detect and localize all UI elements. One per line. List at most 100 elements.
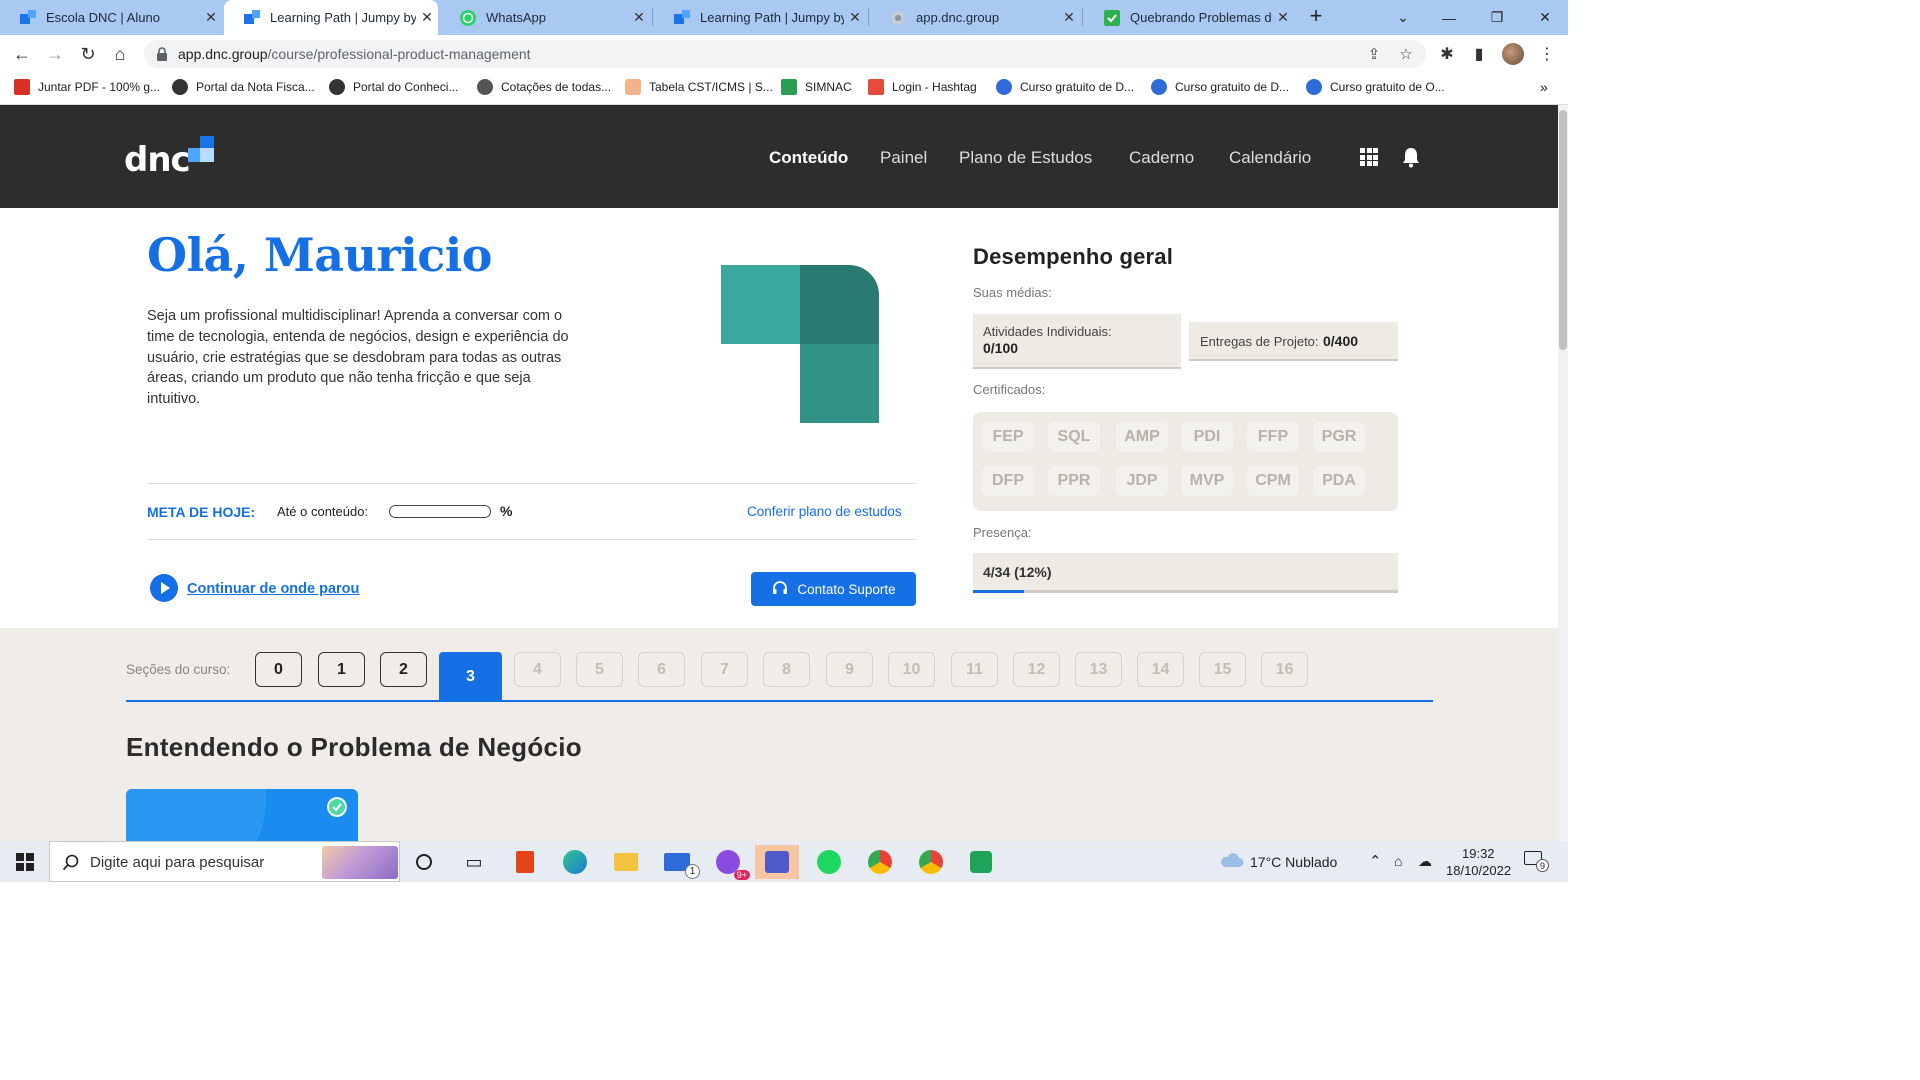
section-button-1[interactable]: 1	[318, 652, 365, 687]
cortana-circle-icon[interactable]	[402, 845, 446, 879]
close-window-button[interactable]: ✕	[1522, 0, 1568, 35]
section-button-15[interactable]: 15	[1199, 652, 1246, 687]
kaspersky-icon[interactable]	[959, 845, 1003, 879]
section-button-2[interactable]: 2	[380, 652, 427, 687]
back-arrow-icon[interactable]: ←	[10, 42, 34, 66]
certificate-badge[interactable]: PDA	[1313, 466, 1365, 496]
certificate-badge[interactable]: JDP	[1116, 466, 1168, 496]
bookmark-item[interactable]: Tabela CST/ICMS | S...	[625, 79, 773, 95]
certificate-badge[interactable]: PPR	[1048, 466, 1100, 496]
continue-where-left-link[interactable]: Continuar de onde parou	[187, 581, 359, 597]
extensions-puzzle-icon[interactable]: ✱	[1436, 43, 1458, 65]
section-button-12[interactable]: 12	[1013, 652, 1060, 687]
dnc-logo[interactable]: dnc	[124, 136, 216, 182]
new-tab-button[interactable]: +	[1304, 5, 1328, 29]
certificate-badge[interactable]: AMP	[1116, 422, 1168, 452]
edge-icon[interactable]	[553, 845, 597, 879]
minimize-button[interactable]: —	[1426, 0, 1472, 35]
section-button-8[interactable]: 8	[763, 652, 810, 687]
bookmark-item[interactable]: Cotações de todas...	[477, 79, 611, 95]
file-explorer-icon[interactable]	[604, 845, 648, 879]
play-icon[interactable]	[150, 574, 178, 602]
section-button-10[interactable]: 10	[888, 652, 935, 687]
reload-icon[interactable]: ↻	[76, 42, 100, 66]
apps-grid-icon[interactable]	[1360, 148, 1378, 166]
bookmark-item[interactable]: Portal da Nota Fisca...	[172, 79, 315, 95]
bell-icon[interactable]	[1400, 146, 1422, 168]
bookmark-item[interactable]: Login - Hashtag	[868, 79, 977, 95]
mail-icon[interactable]: 1	[655, 845, 700, 879]
clock-time[interactable]: 19:32	[1462, 846, 1495, 861]
close-icon[interactable]: ✕	[844, 9, 866, 26]
share-icon[interactable]: ⇪	[1364, 44, 1384, 64]
bookmark-item[interactable]: Juntar PDF - 100% g...	[14, 79, 160, 95]
certificate-badge[interactable]: PDI	[1181, 422, 1233, 452]
section-button-5[interactable]: 5	[576, 652, 623, 687]
home-icon[interactable]: ⌂	[108, 42, 132, 66]
close-icon[interactable]: ✕	[628, 9, 650, 26]
messenger-icon[interactable]: 9+	[706, 845, 750, 880]
profile-avatar[interactable]	[1502, 43, 1524, 65]
nav-plano-de-estudos[interactable]: Plano de Estudos	[959, 148, 1092, 168]
section-button-7[interactable]: 7	[701, 652, 748, 687]
certificate-badge[interactable]: DFP	[982, 466, 1034, 496]
contact-support-button[interactable]: Contato Suporte	[751, 572, 916, 606]
section-button-13[interactable]: 13	[1075, 652, 1122, 687]
nav-caderno[interactable]: Caderno	[1129, 148, 1194, 168]
windows-start-icon[interactable]	[16, 853, 34, 871]
section-button-16[interactable]: 16	[1261, 652, 1308, 687]
section-button-0[interactable]: 0	[255, 652, 302, 687]
close-icon[interactable]: ✕	[1272, 9, 1294, 26]
certificate-badge[interactable]: FFP	[1247, 422, 1299, 452]
certificate-badge[interactable]: FEP	[982, 422, 1034, 452]
certificate-badge[interactable]: PGR	[1313, 422, 1365, 452]
tab-learning-path[interactable]: Learning Path | Jumpy by DNC ✕	[654, 0, 866, 35]
spotify-icon[interactable]	[807, 845, 851, 879]
bookmark-item[interactable]: Curso gratuito de D...	[1151, 79, 1289, 95]
section-button-3-current[interactable]: 3	[439, 652, 502, 702]
chrome-icon[interactable]	[858, 845, 902, 879]
tab-whatsapp[interactable]: WhatsApp ✕	[440, 0, 650, 35]
close-icon[interactable]: ✕	[200, 9, 222, 26]
bookmark-item[interactable]: SIMNAC	[781, 79, 852, 95]
network-icon[interactable]: ⌂	[1394, 853, 1402, 869]
kebab-menu-icon[interactable]: ⋮	[1536, 43, 1558, 65]
bookmark-item[interactable]: Curso gratuito de D...	[996, 79, 1134, 95]
scrollbar-thumb[interactable]	[1559, 110, 1567, 350]
bookmark-item[interactable]: Portal do Conheci...	[329, 79, 458, 95]
restore-button[interactable]: ❐	[1474, 0, 1520, 35]
close-icon[interactable]: ✕	[1058, 9, 1080, 26]
section-button-4[interactable]: 4	[514, 652, 561, 687]
star-icon[interactable]: ☆	[1396, 44, 1416, 64]
close-icon[interactable]: ✕	[416, 9, 438, 26]
nav-calendario[interactable]: Calendário	[1229, 148, 1311, 168]
tab-learning-path-active[interactable]: Learning Path | Jumpy by DNC ✕	[224, 0, 438, 35]
forward-arrow-icon[interactable]: →	[43, 42, 67, 66]
bookmarks-overflow-button[interactable]: »	[1540, 79, 1548, 95]
section-button-14[interactable]: 14	[1137, 652, 1184, 687]
certificate-badge[interactable]: SQL	[1048, 422, 1100, 452]
tab-app-dnc-group[interactable]: app.dnc.group ✕	[870, 0, 1080, 35]
certificate-badge[interactable]: CPM	[1247, 466, 1299, 496]
weather-text[interactable]: 17°C Nublado	[1250, 854, 1337, 870]
chrome-profile-icon[interactable]	[909, 845, 953, 879]
bookmark-item[interactable]: Curso gratuito de O...	[1306, 79, 1445, 95]
section-button-9[interactable]: 9	[826, 652, 873, 687]
tab-quebrando-problemas[interactable]: Quebrando Problemas de Negócio ✕	[1084, 0, 1294, 35]
taskbar-search-box[interactable]: Digite aqui para pesquisar	[49, 841, 400, 882]
teams-icon[interactable]	[755, 845, 799, 879]
certificate-badge[interactable]: MVP	[1181, 466, 1233, 496]
tray-overflow-chevron-icon[interactable]: ⌃	[1369, 852, 1382, 870]
clock-date[interactable]: 18/10/2022	[1446, 863, 1511, 878]
section-button-11[interactable]: 11	[951, 652, 998, 687]
side-panel-icon[interactable]: ▮	[1468, 43, 1490, 65]
nav-conteudo[interactable]: Conteúdo	[769, 148, 848, 168]
nav-painel[interactable]: Painel	[880, 148, 927, 168]
url-bar[interactable]: app.dnc.group/course/professional-produc…	[144, 40, 1426, 68]
onedrive-icon[interactable]: ☁	[1418, 853, 1432, 870]
task-view-icon[interactable]: ▭	[452, 845, 496, 879]
tab-search-chevron-icon[interactable]: ⌄	[1380, 0, 1426, 35]
study-plan-link[interactable]: Conferir plano de estudos	[747, 504, 902, 519]
lesson-card[interactable]	[126, 789, 358, 849]
notifications-icon[interactable]: 9	[1524, 851, 1549, 872]
